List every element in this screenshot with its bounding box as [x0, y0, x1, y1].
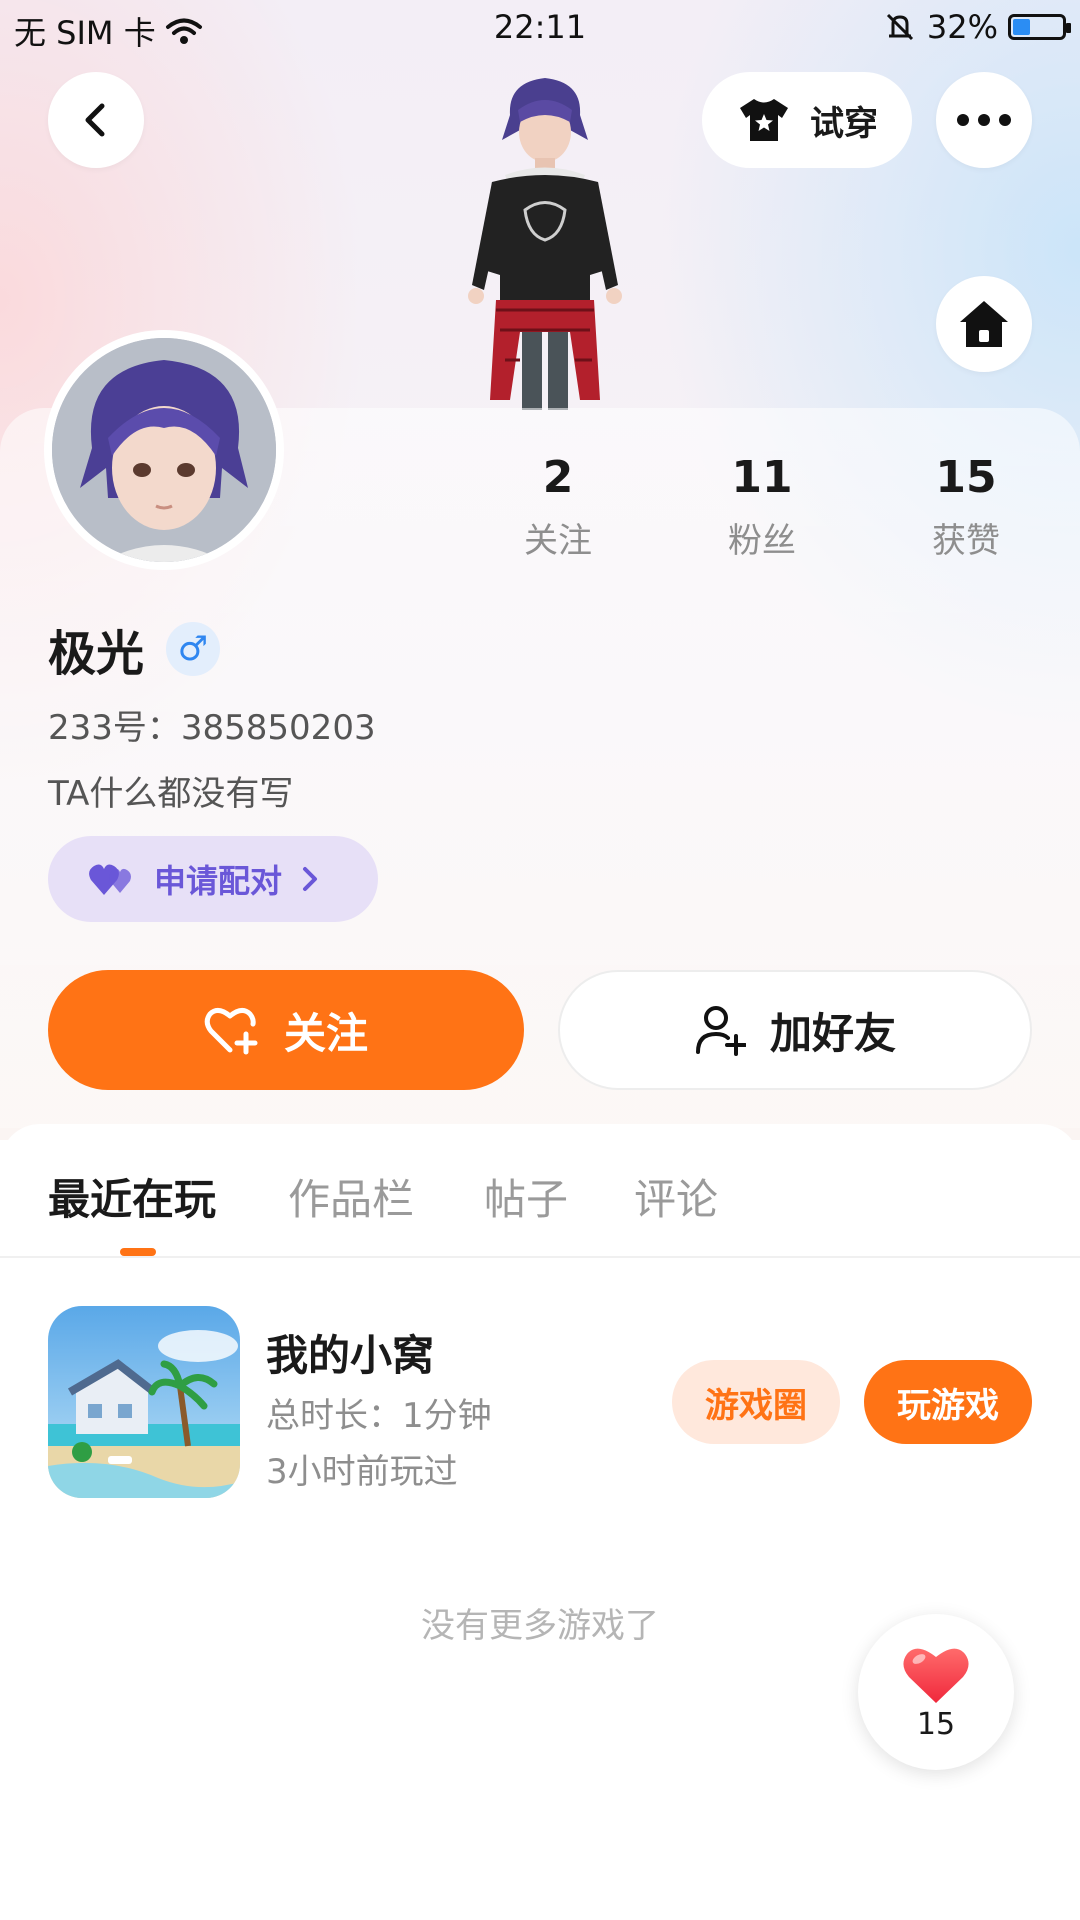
- battery-level: [1013, 19, 1030, 35]
- more-button[interactable]: [936, 72, 1032, 168]
- tryon-button[interactable]: 试穿: [702, 72, 912, 168]
- avatar[interactable]: [44, 330, 284, 570]
- gender-male-icon: ♂: [166, 622, 221, 676]
- like-count: 15: [916, 1706, 956, 1742]
- tab-bar: 最近在玩 作品栏 帖子 评论: [0, 1124, 1080, 1258]
- more-icon: [957, 114, 1011, 126]
- add-friend-label: 加好友: [769, 1008, 896, 1058]
- add-user-icon: [695, 1006, 746, 1056]
- avatar-portrait: [52, 338, 276, 562]
- vibrate-mute-icon: [886, 13, 913, 41]
- chevron-left-icon: [85, 103, 105, 137]
- content-section: 最近在玩 作品栏 帖子 评论 我的小窝 总时长：1分钟 3小时前玩过 游戏圈 玩…: [0, 1124, 1080, 1920]
- heart-plus-icon: [204, 1008, 258, 1055]
- tshirt-icon: [740, 99, 788, 141]
- game-circle-button[interactable]: 游戏圈: [672, 1360, 840, 1444]
- stat-followers-count: 11: [731, 452, 793, 503]
- apply-pair-label: 申请配对: [154, 862, 283, 900]
- chevron-right-icon: [303, 867, 318, 891]
- add-friend-button[interactable]: 加好友: [558, 970, 1032, 1090]
- back-button[interactable]: [48, 72, 144, 168]
- game-title: 我的小窝: [266, 1331, 435, 1380]
- tryon-label: 试穿: [810, 103, 878, 144]
- tab-comments[interactable]: 评论: [634, 1166, 718, 1227]
- stat-likes-label: 获赞: [932, 521, 1000, 561]
- tab-recent-playing[interactable]: 最近在玩: [48, 1166, 216, 1227]
- follow-label: 关注: [283, 1008, 368, 1058]
- name-row: 极光 ♂: [48, 614, 221, 684]
- game-icon[interactable]: [48, 1306, 240, 1498]
- game-list-item[interactable]: 我的小窝 总时长：1分钟 3小时前玩过 游戏圈 玩游戏: [0, 1306, 1080, 1502]
- stat-following[interactable]: 2 关注: [478, 452, 638, 562]
- stat-likes-count: 15: [935, 452, 997, 503]
- tab-works[interactable]: 作品栏: [288, 1166, 414, 1227]
- user-name: 极光: [48, 626, 145, 682]
- game-last-played: 3小时前玩过: [266, 1452, 458, 1492]
- status-right: 32%: [883, 8, 1071, 46]
- stat-following-count: 2: [542, 452, 574, 503]
- stat-followers[interactable]: 11 粉丝: [682, 452, 842, 562]
- battery-icon: [1008, 14, 1071, 40]
- user-id: 233号：385850203: [48, 708, 376, 748]
- tab-posts[interactable]: 帖子: [484, 1166, 568, 1227]
- battery-percent: 32%: [926, 8, 998, 46]
- play-game-button[interactable]: 玩游戏: [864, 1360, 1032, 1444]
- double-heart-icon: [89, 864, 131, 895]
- home-button[interactable]: [936, 276, 1032, 372]
- home-icon: [960, 301, 1008, 347]
- stat-followers-label: 粉丝: [728, 521, 796, 561]
- avatar-image: [52, 338, 276, 562]
- apply-pair-button[interactable]: 申请配对: [48, 836, 378, 922]
- stat-likes[interactable]: 15 获赞: [886, 452, 1046, 562]
- heart-icon: [903, 1648, 969, 1703]
- stat-following-label: 关注: [524, 521, 592, 561]
- tab-active-indicator: [120, 1248, 156, 1256]
- game-duration: 总时长：1分钟: [266, 1396, 492, 1436]
- follow-button[interactable]: 关注: [48, 970, 524, 1090]
- status-bar: 无 SIM 卡 22:11 32%: [0, 0, 1080, 56]
- game-thumbnail-image: [48, 1306, 240, 1498]
- user-bio: TA什么都没有写: [48, 774, 294, 814]
- avatar-figure-image[interactable]: [430, 70, 660, 410]
- like-button[interactable]: 15: [858, 1614, 1014, 1770]
